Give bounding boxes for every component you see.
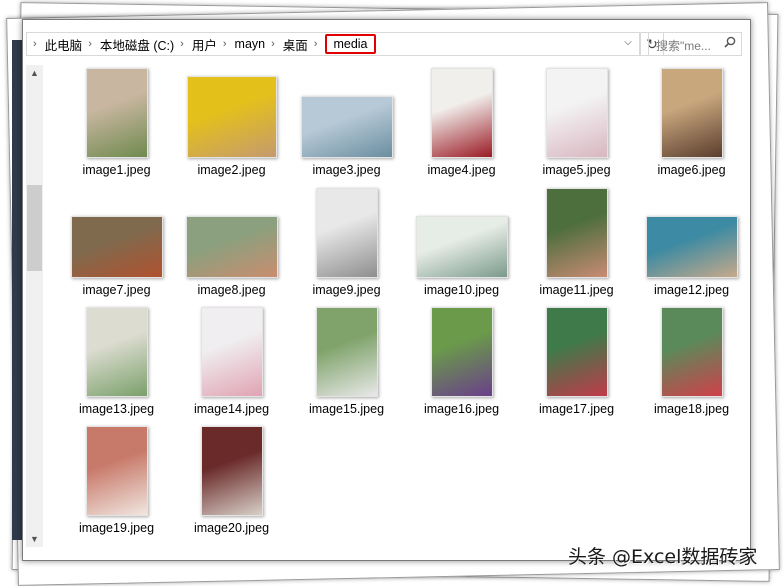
file-thumbnail[interactable] bbox=[415, 216, 508, 278]
file-name[interactable]: image1.jpeg bbox=[59, 163, 174, 177]
background-edge bbox=[12, 40, 22, 540]
file-name[interactable]: image14.jpeg bbox=[174, 402, 289, 416]
scroll-up-icon[interactable]: ▲ bbox=[26, 65, 43, 81]
file-name[interactable]: image5.jpeg bbox=[519, 163, 634, 177]
file-name[interactable]: image6.jpeg bbox=[634, 163, 749, 177]
scroll-down-icon[interactable]: ▼ bbox=[26, 531, 43, 547]
breadcrumb-this-pc[interactable]: 此电脑 bbox=[45, 35, 83, 54]
file-thumbnail[interactable] bbox=[545, 307, 608, 397]
file-thumbnail[interactable] bbox=[85, 426, 148, 516]
file-item[interactable]: image2.jpeg bbox=[174, 67, 289, 185]
file-name[interactable]: image13.jpeg bbox=[59, 402, 174, 416]
file-thumbnail[interactable] bbox=[430, 68, 493, 158]
file-thumbnail[interactable] bbox=[200, 426, 263, 516]
search-icon[interactable] bbox=[724, 36, 736, 48]
file-item[interactable]: image18.jpeg bbox=[634, 306, 749, 424]
file-item[interactable]: image5.jpeg bbox=[519, 67, 634, 185]
file-thumbnail[interactable] bbox=[660, 307, 723, 397]
file-thumbnail[interactable] bbox=[545, 188, 608, 278]
file-thumbnail[interactable] bbox=[315, 307, 378, 397]
search-input[interactable]: 搜索"me... bbox=[648, 32, 742, 56]
file-item[interactable]: image11.jpeg bbox=[519, 187, 634, 305]
address-toolbar: › 此电脑 › 本地磁盘 (C:) › 用户 › mayn › 桌面 › med… bbox=[23, 20, 750, 66]
file-item[interactable]: image20.jpeg bbox=[174, 425, 289, 543]
file-thumbnail[interactable] bbox=[185, 216, 278, 278]
file-item[interactable]: image19.jpeg bbox=[59, 425, 174, 543]
breadcrumb-user-mayn[interactable]: mayn bbox=[235, 37, 266, 51]
file-name[interactable]: image18.jpeg bbox=[634, 402, 749, 416]
file-name[interactable]: image8.jpeg bbox=[174, 283, 289, 297]
file-thumbnail[interactable] bbox=[85, 307, 148, 397]
file-item[interactable]: image7.jpeg bbox=[59, 187, 174, 305]
file-item[interactable]: image17.jpeg bbox=[519, 306, 634, 424]
file-name[interactable]: image19.jpeg bbox=[59, 521, 174, 535]
search-placeholder: 搜索"me... bbox=[656, 39, 711, 53]
file-item[interactable]: image9.jpeg bbox=[289, 187, 404, 305]
file-name[interactable]: image10.jpeg bbox=[404, 283, 519, 297]
file-name[interactable]: image11.jpeg bbox=[519, 283, 634, 297]
file-item[interactable]: image15.jpeg bbox=[289, 306, 404, 424]
file-thumbnail[interactable] bbox=[70, 216, 163, 278]
file-name[interactable]: image15.jpeg bbox=[289, 402, 404, 416]
file-item[interactable]: image8.jpeg bbox=[174, 187, 289, 305]
file-name[interactable]: image3.jpeg bbox=[289, 163, 404, 177]
address-bar[interactable]: › 此电脑 › 本地磁盘 (C:) › 用户 › mayn › 桌面 › med… bbox=[26, 32, 640, 56]
breadcrumb-desktop[interactable]: 桌面 bbox=[283, 35, 308, 54]
file-thumbnail[interactable] bbox=[200, 307, 263, 397]
file-thumbnail[interactable] bbox=[300, 96, 393, 158]
breadcrumb-separator[interactable]: › bbox=[271, 38, 275, 50]
breadcrumb-local-disk[interactable]: 本地磁盘 (C:) bbox=[100, 35, 174, 54]
file-thumbnail[interactable] bbox=[85, 68, 148, 158]
file-thumbnail[interactable] bbox=[430, 307, 493, 397]
breadcrumb-users[interactable]: 用户 bbox=[192, 35, 217, 54]
file-thumbnail[interactable] bbox=[545, 68, 608, 158]
file-item[interactable]: image3.jpeg bbox=[289, 67, 404, 185]
file-name[interactable]: image16.jpeg bbox=[404, 402, 519, 416]
chevron-down-icon[interactable]: ⌵ bbox=[620, 35, 636, 51]
breadcrumb-separator[interactable]: › bbox=[88, 38, 92, 50]
file-name[interactable]: image4.jpeg bbox=[404, 163, 519, 177]
file-item[interactable]: image16.jpeg bbox=[404, 306, 519, 424]
vertical-scrollbar[interactable]: ▲ ▼ bbox=[26, 65, 43, 547]
file-thumbnail[interactable] bbox=[186, 76, 277, 158]
file-explorer-window: › 此电脑 › 本地磁盘 (C:) › 用户 › mayn › 桌面 › med… bbox=[22, 19, 751, 561]
file-name[interactable]: image12.jpeg bbox=[634, 283, 749, 297]
file-thumbnail[interactable] bbox=[645, 216, 738, 278]
breadcrumb-separator: › bbox=[33, 38, 37, 50]
file-name[interactable]: image9.jpeg bbox=[289, 283, 404, 297]
file-name[interactable]: image17.jpeg bbox=[519, 402, 634, 416]
file-item[interactable]: image10.jpeg bbox=[404, 187, 519, 305]
scrollbar-thumb[interactable] bbox=[27, 185, 42, 271]
breadcrumb-separator[interactable]: › bbox=[314, 38, 318, 50]
file-thumbnail[interactable] bbox=[660, 68, 723, 158]
file-item[interactable]: image4.jpeg bbox=[404, 67, 519, 185]
file-thumbnail[interactable] bbox=[315, 188, 378, 278]
file-item[interactable]: image13.jpeg bbox=[59, 306, 174, 424]
breadcrumb-separator[interactable]: › bbox=[223, 38, 227, 50]
file-name[interactable]: image20.jpeg bbox=[174, 521, 289, 535]
file-item[interactable]: image1.jpeg bbox=[59, 67, 174, 185]
file-item[interactable]: image12.jpeg bbox=[634, 187, 749, 305]
watermark: 头条 @Excel数据砖家 bbox=[568, 546, 758, 568]
breadcrumb-media[interactable]: media bbox=[325, 34, 376, 54]
file-item[interactable]: image14.jpeg bbox=[174, 306, 289, 424]
file-item[interactable]: image6.jpeg bbox=[634, 67, 749, 185]
file-name[interactable]: image7.jpeg bbox=[59, 283, 174, 297]
breadcrumb-separator[interactable]: › bbox=[180, 38, 184, 50]
file-name[interactable]: image2.jpeg bbox=[174, 163, 289, 177]
